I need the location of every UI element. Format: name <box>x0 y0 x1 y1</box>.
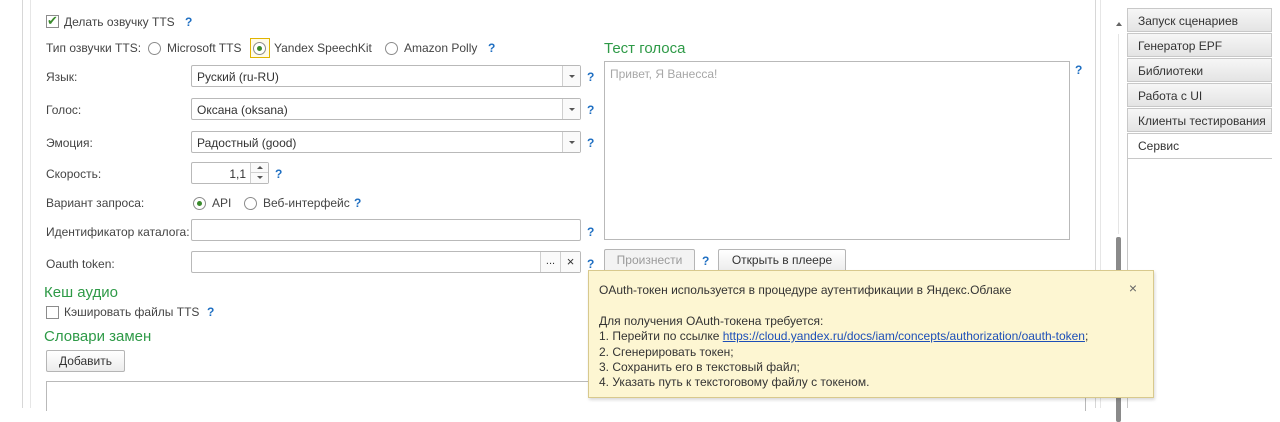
tts-enable-label: Делать озвучку TTS <box>64 15 175 29</box>
voice-help-icon[interactable]: ? <box>587 103 594 117</box>
tts-type-label: Тип озвучки TTS: <box>46 41 142 55</box>
voice-test-help-icon[interactable]: ? <box>1075 63 1082 77</box>
tts-enable-checkbox[interactable] <box>46 13 59 29</box>
tab-test-clients[interactable]: Клиенты тестирования <box>1127 108 1272 132</box>
catalog-id-label: Идентификатор каталога: <box>46 225 190 239</box>
oauth-token-label: Oauth token: <box>46 257 115 271</box>
request-variant-option-web: Веб-интерфейс <box>263 196 350 210</box>
oauth-token-help-icon[interactable]: ? <box>587 257 594 271</box>
language-label: Язык: <box>46 70 78 84</box>
tooltip-line-2: Для получения OAuth-токена требуется: <box>599 314 824 328</box>
tooltip-line-6: 4. Указать путь к текстоговому файлу с т… <box>599 375 870 389</box>
tts-type-help-icon[interactable]: ? <box>488 41 495 55</box>
request-variant-option-api: API <box>212 196 232 210</box>
oauth-token-select-button[interactable]: ... <box>540 252 560 272</box>
emotion-value: Радостный (good) <box>197 136 297 150</box>
catalog-id-help-icon[interactable]: ? <box>587 225 594 239</box>
request-variant-radio-api[interactable] <box>193 197 206 210</box>
voice-label: Голос: <box>46 103 82 117</box>
language-help-icon[interactable]: ? <box>587 70 594 84</box>
tts-type-radio-amazon[interactable] <box>385 42 398 55</box>
audio-cache-help-icon[interactable]: ? <box>207 305 214 319</box>
spin-up-icon[interactable] <box>257 166 263 169</box>
oauth-token-clear-button[interactable]: × <box>560 252 580 272</box>
voice-test-title: Тест голоса <box>604 40 686 57</box>
language-value: Руский (ru-RU) <box>197 70 279 84</box>
speed-label: Скорость: <box>46 167 102 181</box>
chevron-down-icon[interactable] <box>562 99 580 119</box>
emotion-select[interactable]: Радостный (good) <box>191 131 581 153</box>
audio-cache-label: Кэшировать файлы TTS <box>64 305 200 319</box>
catalog-id-input[interactable] <box>191 219 581 241</box>
request-variant-help-icon[interactable]: ? <box>354 196 361 210</box>
add-dictionary-button[interactable]: Добавить <box>46 350 125 372</box>
voice-test-placeholder: Привет, Я Ванесса! <box>610 67 718 81</box>
voice-test-textarea[interactable]: Привет, Я Ванесса! <box>604 61 1070 240</box>
request-variant-label: Вариант запроса: <box>46 196 145 210</box>
content-frame-left-inner <box>30 0 31 408</box>
tab-scenario-launch[interactable]: Запуск сценариев <box>1127 8 1272 32</box>
language-select[interactable]: Руский (ru-RU) <box>191 65 581 87</box>
tts-type-radio-yandex[interactable] <box>253 42 266 55</box>
tooltip-line-4: 2. Сгенерировать токен; <box>599 345 734 359</box>
chevron-down-icon[interactable] <box>562 132 580 152</box>
scroll-up-icon[interactable] <box>1116 22 1122 26</box>
open-player-button[interactable]: Открыть в плеере <box>718 249 846 272</box>
tab-epf-generator[interactable]: Генератор EPF <box>1127 33 1272 57</box>
scrollbar-track <box>1118 34 1119 234</box>
tts-type-option-yandex: Yandex SpeechKit <box>274 41 372 55</box>
tts-enable-help-icon[interactable]: ? <box>185 15 192 29</box>
audio-cache-title: Кеш аудио <box>44 284 118 301</box>
tts-type-radio-microsoft[interactable] <box>148 42 161 55</box>
tts-type-option-microsoft: Microsoft TTS <box>167 41 242 55</box>
tooltip-line-5: 3. Сохранить его в текстовый файл; <box>599 360 800 374</box>
tooltip-line-3: 1. Перейти по ссылке https://cloud.yande… <box>599 329 1088 343</box>
voice-value: Оксана (oksana) <box>197 103 288 117</box>
tab-service[interactable]: Сервис <box>1127 133 1272 159</box>
content-frame-left <box>22 0 23 408</box>
tooltip-close-icon[interactable]: × <box>1129 280 1137 296</box>
oauth-token-tooltip: OAuth-токен используется в процедуре аут… <box>588 270 1154 398</box>
speak-button[interactable]: Произнести <box>604 249 695 272</box>
tts-type-option-amazon: Amazon Polly <box>404 41 478 55</box>
chevron-down-icon[interactable] <box>562 66 580 86</box>
oauth-token-input[interactable]: ... × <box>191 251 581 273</box>
request-variant-radio-web[interactable] <box>244 197 257 210</box>
speed-stepper[interactable]: 1,1 <box>191 162 269 184</box>
tooltip-line-3-prefix: 1. Перейти по ссылке <box>599 329 723 343</box>
tooltip-line-1: OAuth-токен используется в процедуре аут… <box>599 283 1012 297</box>
oauth-token-docs-link[interactable]: https://cloud.yandex.ru/docs/iam/concept… <box>723 329 1085 343</box>
emotion-label: Эмоция: <box>46 136 93 150</box>
speed-spin-buttons[interactable] <box>250 163 268 183</box>
tooltip-line-3-suffix: ; <box>1084 329 1089 343</box>
audio-cache-checkbox[interactable] <box>46 306 59 319</box>
speak-help-icon[interactable]: ? <box>702 254 709 268</box>
speed-value: 1,1 <box>229 167 246 181</box>
tab-ui-work[interactable]: Работа с UI <box>1127 83 1272 107</box>
speed-help-icon[interactable]: ? <box>275 167 282 181</box>
dictionaries-title: Словари замен <box>44 328 152 345</box>
tab-libraries[interactable]: Библиотеки <box>1127 58 1272 82</box>
spin-divider <box>251 172 268 173</box>
voice-select[interactable]: Оксана (oksana) <box>191 98 581 120</box>
emotion-help-icon[interactable]: ? <box>587 136 594 150</box>
spin-down-icon[interactable] <box>257 176 263 179</box>
